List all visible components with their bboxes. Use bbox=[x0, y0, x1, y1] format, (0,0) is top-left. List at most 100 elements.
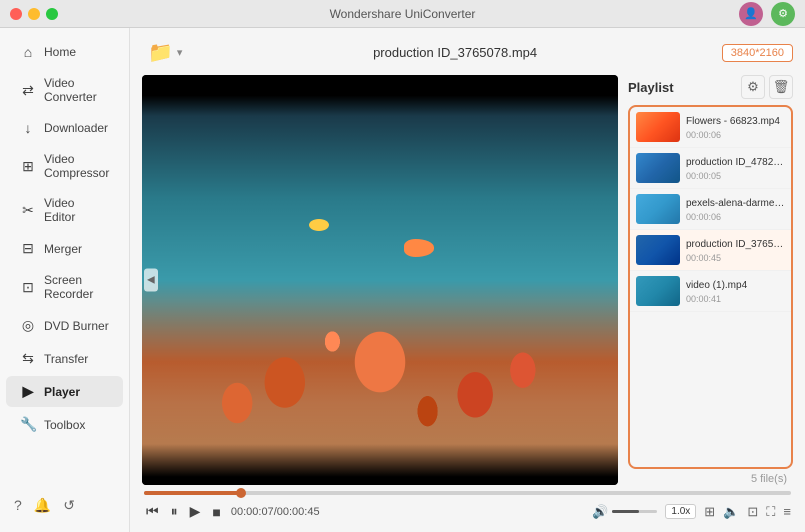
playlist-name-4: production ID_3765078.mp4 bbox=[686, 238, 785, 251]
close-button[interactable] bbox=[10, 8, 22, 20]
playlist-info-5: video (1).mp4 00:00:41 bbox=[686, 279, 785, 304]
sidebar-item-toolbox[interactable]: 🔧 Toolbox bbox=[6, 409, 123, 440]
progress-track[interactable] bbox=[144, 491, 791, 495]
top-bar: 📁 ▾ production ID_3765078.mp4 3840*2160 bbox=[142, 38, 793, 67]
current-time: 00:00:07 bbox=[231, 506, 274, 518]
progress-area bbox=[142, 491, 793, 495]
help-icon[interactable]: ? bbox=[14, 497, 22, 514]
sidebar-label-video-converter: Video Converter bbox=[44, 76, 109, 104]
title-bar: Wondershare UniConverter 👤 ⚙ bbox=[0, 0, 805, 28]
volume-slider[interactable] bbox=[612, 510, 657, 513]
playlist-delete-button[interactable]: 🗑 bbox=[769, 75, 793, 99]
playlist-info-1: Flowers - 66823.mp4 00:00:06 bbox=[686, 115, 785, 140]
sidebar-label-transfer: Transfer bbox=[44, 352, 88, 366]
toolbox-icon: 🔧 bbox=[20, 416, 36, 433]
sidebar-item-transfer[interactable]: ⇆ Transfer bbox=[6, 343, 123, 374]
playlist-thumb-2 bbox=[636, 153, 680, 183]
progress-fill bbox=[144, 491, 241, 495]
playlist-list-wrapper: Flowers - 66823.mp4 00:00:06 production … bbox=[628, 105, 793, 469]
playlist-item-5[interactable]: video (1).mp4 00:00:41 bbox=[630, 271, 791, 312]
playlist-name-2: production ID_4782485.mp4 bbox=[686, 156, 785, 169]
playlist-item-4[interactable]: production ID_3765078.mp4 00:00:45 bbox=[630, 230, 791, 271]
volume-icon[interactable]: 🔊 bbox=[592, 504, 608, 520]
title-icons: 👤 ⚙ bbox=[739, 2, 795, 26]
speed-badge[interactable]: 1.0x bbox=[665, 504, 696, 519]
middle-area: ◀ Playlist ⚙ 🗑 Flowers bbox=[142, 75, 793, 485]
playlist-footer: 5 file(s) bbox=[628, 469, 793, 485]
sidebar-item-video-editor[interactable]: ✂ Video Editor bbox=[6, 189, 123, 231]
sidebar-item-player[interactable]: ▶ Player bbox=[6, 376, 123, 407]
video-editor-icon: ✂ bbox=[20, 202, 36, 219]
play-button[interactable]: ▶ bbox=[188, 501, 203, 522]
subtitle-icon[interactable]: ⊡ bbox=[747, 504, 758, 520]
maximize-button[interactable] bbox=[46, 8, 58, 20]
playlist-item-1[interactable]: Flowers - 66823.mp4 00:00:06 bbox=[630, 107, 791, 148]
downloader-icon: ↓ bbox=[20, 120, 36, 136]
add-file-button[interactable]: 📁 ▾ bbox=[142, 38, 188, 67]
playlist-toggle-icon[interactable]: ≡ bbox=[783, 504, 791, 519]
pause-button[interactable]: ⏸ bbox=[169, 501, 180, 522]
video-overlay bbox=[142, 75, 618, 485]
file-count: 5 file(s) bbox=[751, 473, 787, 485]
audio-icon[interactable]: 🔈 bbox=[723, 504, 739, 520]
sidebar-item-merger[interactable]: ⊟ Merger bbox=[6, 233, 123, 264]
aspect-ratio-icon[interactable]: ⊞ bbox=[704, 504, 715, 520]
sidebar-label-home: Home bbox=[44, 45, 76, 59]
playlist-name-1: Flowers - 66823.mp4 bbox=[686, 115, 785, 128]
playlist-thumb-5 bbox=[636, 276, 680, 306]
sidebar-item-screen-recorder[interactable]: ⊡ Screen Recorder bbox=[6, 266, 123, 308]
volume-area: 🔊 bbox=[592, 504, 657, 520]
sidebar-item-home[interactable]: ⌂ Home bbox=[6, 37, 123, 67]
settings-icon[interactable]: ⚙ bbox=[771, 2, 795, 26]
sidebar-item-video-compressor[interactable]: ⊞ Video Compressor bbox=[6, 145, 123, 187]
playlist-thumb-3 bbox=[636, 194, 680, 224]
main-content: 📁 ▾ production ID_3765078.mp4 3840*2160 … bbox=[130, 28, 805, 532]
playlist-duration-4: 00:00:45 bbox=[686, 253, 785, 263]
progress-thumb[interactable] bbox=[236, 488, 246, 498]
controls-bar: ⏮ ⏸ ▶ ■ 00:00:07/00:00:45 🔊 1.0x ⊞ 🔈 ⊡ ⛶… bbox=[142, 501, 793, 522]
playlist-panel: Playlist ⚙ 🗑 Flowers - 66823.mp4 00:00:0… bbox=[628, 75, 793, 485]
playlist-duration-3: 00:00:06 bbox=[686, 212, 785, 222]
fullscreen-icon[interactable]: ⛶ bbox=[766, 504, 775, 520]
updates-icon[interactable]: ↺ bbox=[63, 497, 75, 514]
sidebar-bottom: ? 🔔 ↺ bbox=[0, 487, 129, 524]
video-player[interactable]: ◀ bbox=[142, 75, 618, 485]
playlist-item-3[interactable]: pexels-alena-darmel-...0 (7).mp4 00:00:0… bbox=[630, 189, 791, 230]
playlist-name-5: video (1).mp4 bbox=[686, 279, 785, 292]
player-icon: ▶ bbox=[20, 383, 36, 400]
fish-decoration-2 bbox=[309, 219, 329, 231]
time-display: 00:00:07/00:00:45 bbox=[231, 506, 320, 518]
stop-button[interactable]: ■ bbox=[210, 502, 222, 522]
sidebar-item-video-converter[interactable]: ⇄ Video Converter bbox=[6, 69, 123, 111]
sidebar-label-downloader: Downloader bbox=[44, 121, 108, 135]
playlist-toggle-arrow[interactable]: ◀ bbox=[144, 269, 158, 292]
sidebar-item-downloader[interactable]: ↓ Downloader bbox=[6, 113, 123, 143]
resolution-badge: 3840*2160 bbox=[722, 44, 793, 62]
playlist-settings-button[interactable]: ⚙ bbox=[741, 75, 765, 99]
playlist-info-3: pexels-alena-darmel-...0 (7).mp4 00:00:0… bbox=[686, 197, 785, 222]
rewind-button[interactable]: ⏮ bbox=[144, 501, 161, 522]
screen-recorder-icon: ⊡ bbox=[20, 279, 36, 296]
sidebar-label-player: Player bbox=[44, 385, 80, 399]
minimize-button[interactable] bbox=[28, 8, 40, 20]
user-icon[interactable]: 👤 bbox=[739, 2, 763, 26]
sidebar-label-screen-recorder: Screen Recorder bbox=[44, 273, 109, 301]
playlist-duration-2: 00:00:05 bbox=[686, 171, 785, 181]
playlist-list: Flowers - 66823.mp4 00:00:06 production … bbox=[630, 107, 791, 467]
sidebar-label-merger: Merger bbox=[44, 242, 82, 256]
add-file-icon: 📁 bbox=[148, 40, 173, 65]
sidebar-label-dvd-burner: DVD Burner bbox=[44, 319, 109, 333]
playlist-thumb-1 bbox=[636, 112, 680, 142]
playlist-duration-5: 00:00:41 bbox=[686, 294, 785, 304]
playlist-info-2: production ID_4782485.mp4 00:00:05 bbox=[686, 156, 785, 181]
sidebar: ⌂ Home ⇄ Video Converter ↓ Downloader ⊞ … bbox=[0, 28, 130, 532]
playlist-actions: ⚙ 🗑 bbox=[741, 75, 793, 99]
add-chevron-icon: ▾ bbox=[177, 46, 183, 59]
app-body: ⌂ Home ⇄ Video Converter ↓ Downloader ⊞ … bbox=[0, 28, 805, 532]
playlist-title: Playlist bbox=[628, 80, 674, 95]
sidebar-item-dvd-burner[interactable]: ◎ DVD Burner bbox=[6, 310, 123, 341]
sidebar-label-toolbox: Toolbox bbox=[44, 418, 85, 432]
playlist-item-2[interactable]: production ID_4782485.mp4 00:00:05 bbox=[630, 148, 791, 189]
notifications-icon[interactable]: 🔔 bbox=[34, 497, 51, 514]
sidebar-label-video-compressor: Video Compressor bbox=[44, 152, 109, 180]
